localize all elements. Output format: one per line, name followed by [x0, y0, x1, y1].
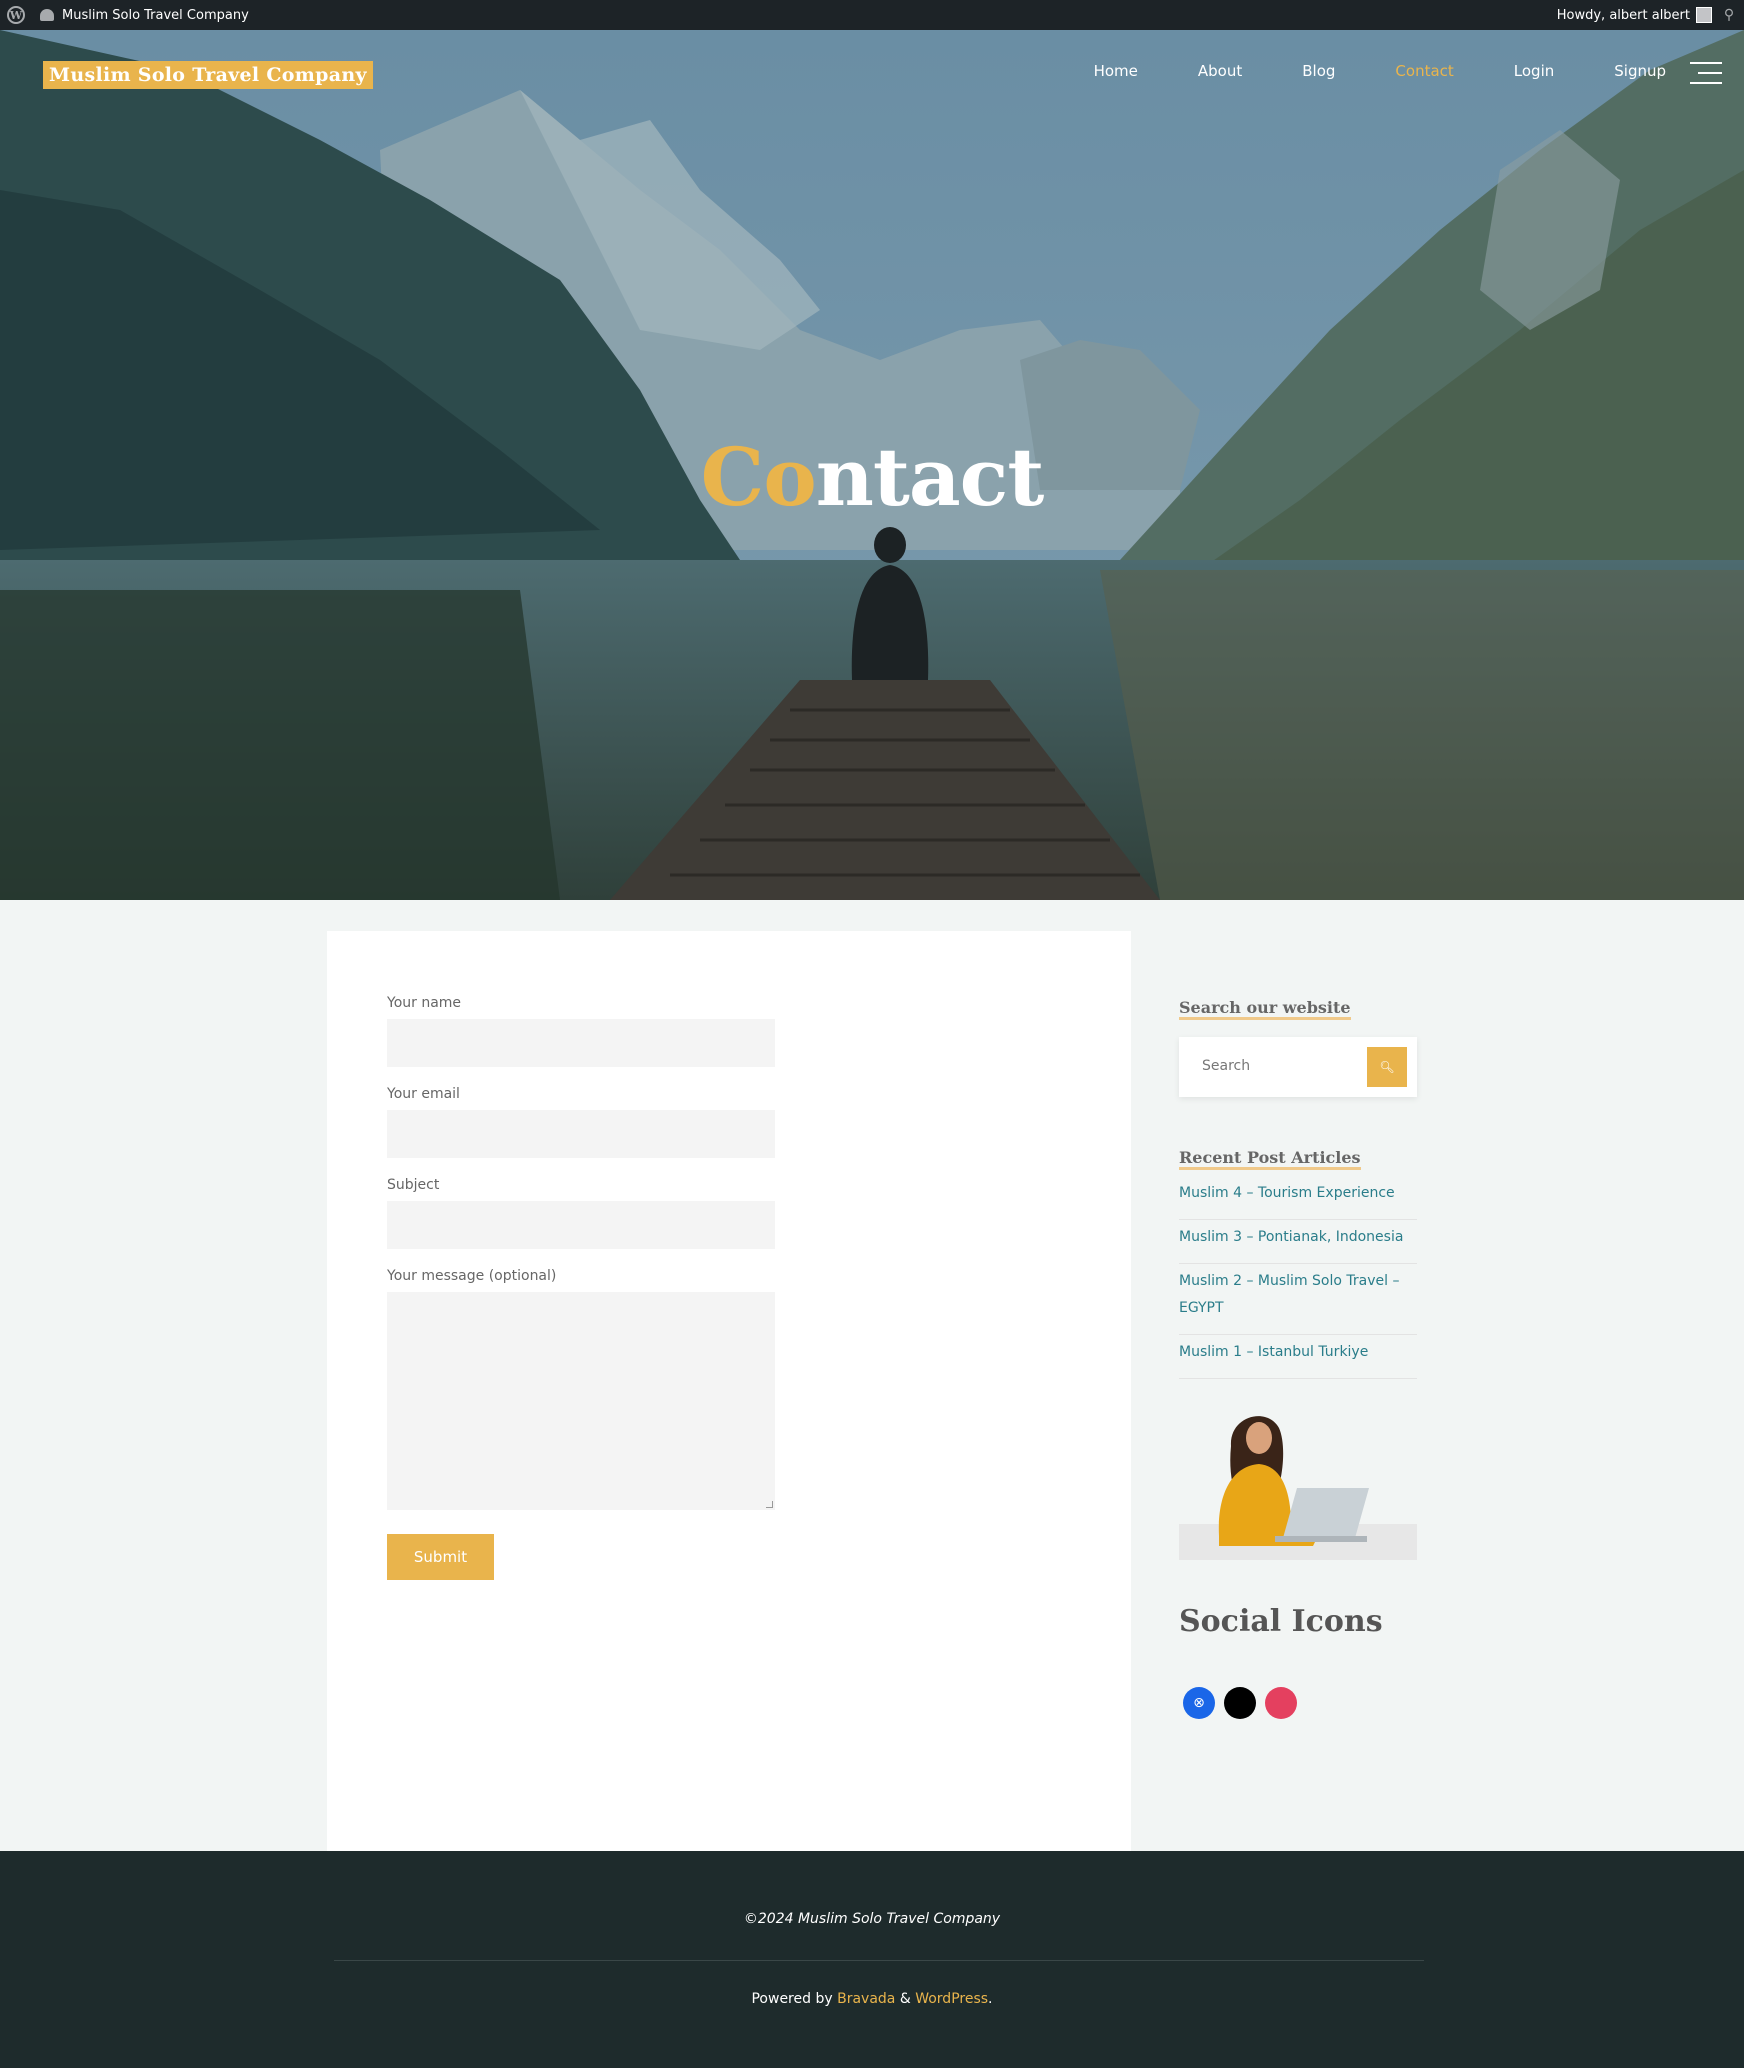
recent-posts-list: Muslim 4 – Tourism Experience Muslim 3 –… [1179, 1178, 1417, 1381]
search-button[interactable]: 🔍︎ [1367, 1047, 1407, 1087]
subject-field[interactable] [387, 1201, 775, 1249]
site-brand[interactable]: Muslim Solo Travel Company [43, 61, 373, 89]
bravada-link[interactable]: Bravada [837, 1991, 895, 2007]
social-icons-title: Social Icons [1179, 1604, 1383, 1639]
recent-posts-title: Recent Post Articles [1179, 1149, 1361, 1170]
name-field[interactable] [387, 1019, 775, 1067]
nav-blog[interactable]: Blog [1302, 62, 1335, 80]
name-label: Your name [387, 995, 462, 1011]
nav-contact[interactable]: Contact [1395, 62, 1453, 80]
xbox-icon[interactable]: ⊗ [1183, 1687, 1215, 1719]
email-field[interactable] [387, 1110, 775, 1158]
contact-form: Your name Your email Subject Your messag… [387, 995, 775, 1580]
main-nav: Home About Blog Contact Login Signup [1034, 62, 1666, 80]
woman-laptop-image [1179, 1406, 1417, 1560]
hamburger-menu-icon[interactable] [1690, 62, 1722, 84]
submit-button[interactable]: Submit [387, 1534, 494, 1580]
dashboard-icon [40, 9, 54, 21]
main-content: Your name Your email Subject Your messag… [327, 931, 1131, 1851]
subject-label: Subject [387, 1177, 440, 1193]
site-footer: ©2024 Muslim Solo Travel Company Powered… [0, 1851, 1744, 2068]
powered-suffix: . [988, 1991, 993, 2007]
message-field[interactable] [387, 1292, 775, 1510]
recent-post-link[interactable]: Muslim 4 – Tourism Experience [1179, 1178, 1417, 1220]
message-label: Your message (optional) [387, 1268, 557, 1284]
admin-site-name: Muslim Solo Travel Company [62, 7, 249, 23]
recent-post-link[interactable]: Muslim 2 – Muslim Solo Travel – EGYPT [1179, 1266, 1417, 1335]
footer-copyright: ©2024 Muslim Solo Travel Company [743, 1911, 1001, 1927]
page-title-rest: ntact [815, 430, 1045, 524]
powered-amp: & [899, 1991, 911, 2007]
recent-post-link[interactable]: Muslim 3 – Pontianak, Indonesia [1179, 1222, 1417, 1264]
page-title-accent: Co [700, 430, 817, 524]
recent-post-link[interactable]: Muslim 1 – Istanbul Turkiye [1179, 1337, 1417, 1379]
admin-greeting[interactable]: Howdy, albert albert [1557, 8, 1690, 23]
admin-avatar[interactable] [1696, 7, 1712, 23]
admin-search-icon[interactable]: ⚲ [1718, 0, 1740, 30]
nav-home[interactable]: Home [1094, 62, 1138, 80]
admin-bar: W Muslim Solo Travel Company Howdy, albe… [0, 0, 1744, 30]
search-input[interactable]: Search [1202, 1058, 1250, 1074]
email-label: Your email [387, 1086, 460, 1102]
admin-site-link[interactable]: Muslim Solo Travel Company [40, 8, 249, 23]
search-widget-title: Search our website [1179, 999, 1351, 1020]
footer-powered-by: Powered by Bravada & WordPress. [0, 1991, 1744, 2007]
wordpress-logo-icon[interactable]: W [0, 0, 32, 30]
search-form: Search 🔍︎ [1179, 1037, 1417, 1097]
footer-divider [334, 1960, 1424, 1961]
powered-prefix: Powered by [751, 1991, 833, 2007]
nav-login[interactable]: Login [1514, 62, 1554, 80]
wordpress-link[interactable]: WordPress [915, 1991, 988, 2007]
nav-signup[interactable]: Signup [1614, 62, 1666, 80]
search-icon: 🔍︎ [1379, 1060, 1395, 1074]
page-title: Contact [0, 430, 1744, 524]
x-icon[interactable] [1224, 1687, 1256, 1719]
social-icons: ⊗ [1183, 1687, 1297, 1719]
dribbble-icon[interactable] [1265, 1687, 1297, 1719]
nav-about[interactable]: About [1198, 62, 1242, 80]
